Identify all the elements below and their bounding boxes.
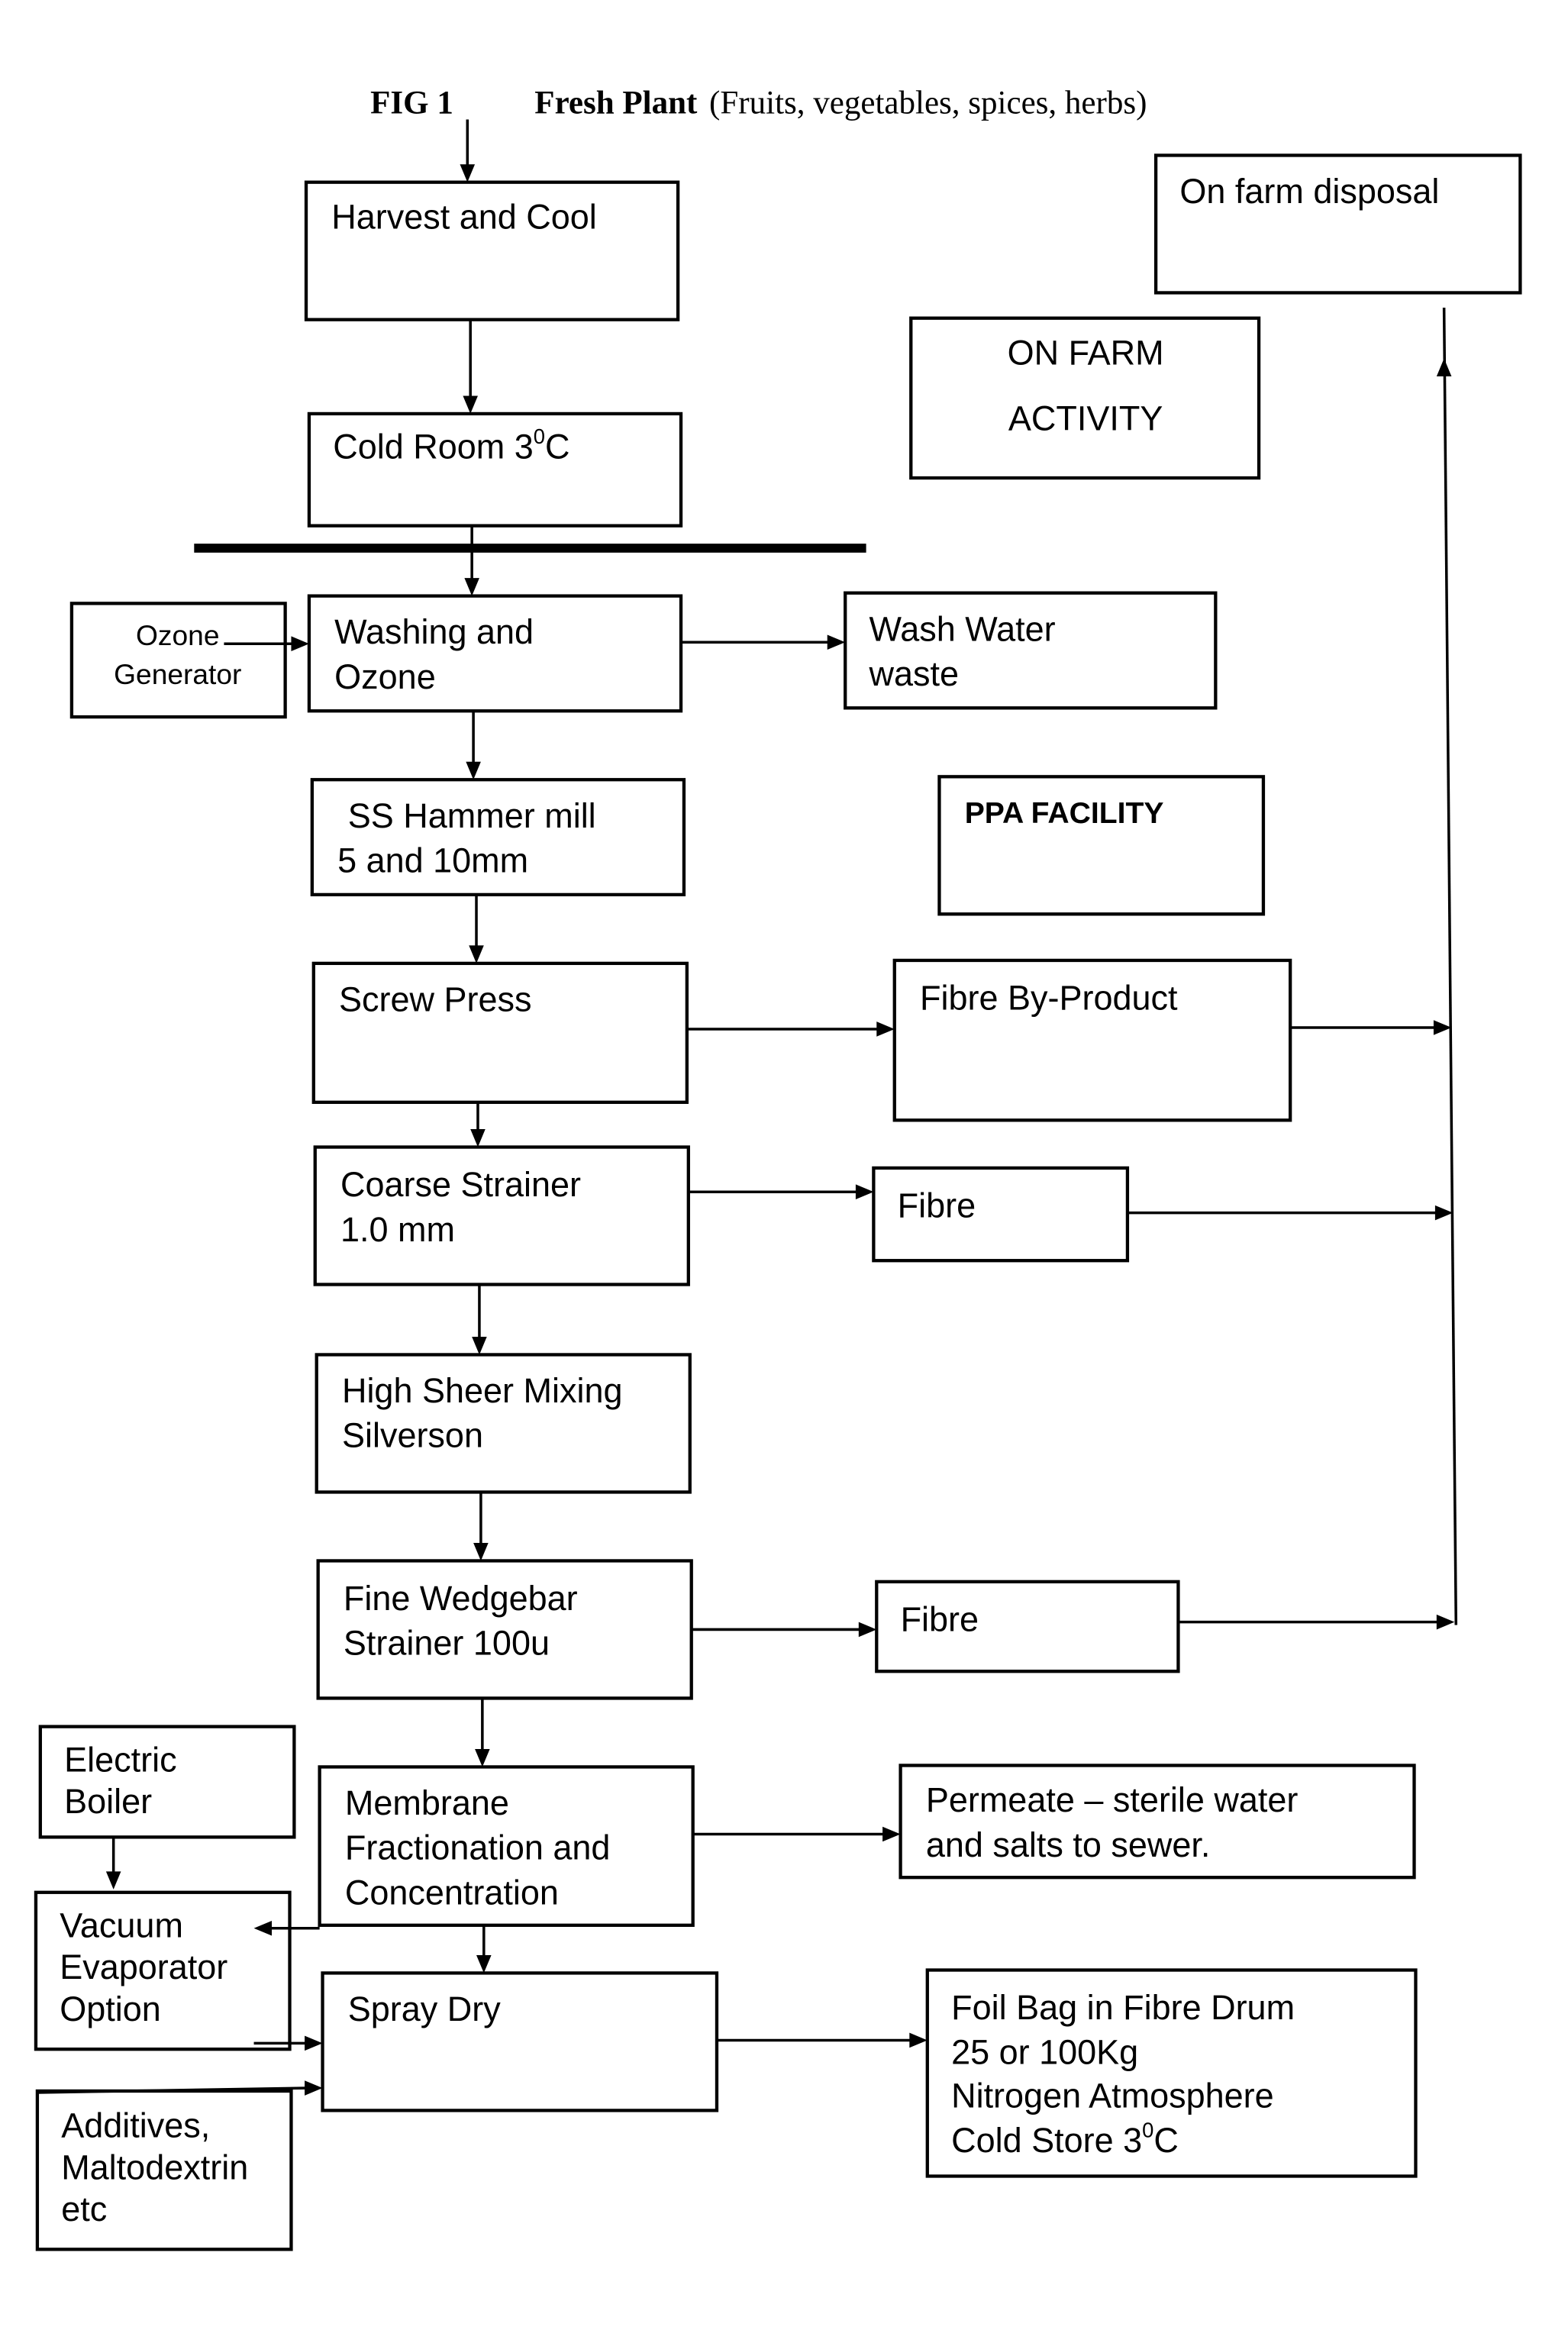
node-label: SS Hammer mill [348,796,596,835]
arrowhead [463,395,478,414]
node-label: Evaporator [60,1948,227,1986]
node-label: Boiler [64,1782,152,1821]
flowchart-canvas: FIG 1 Fresh Plant (Fruits, vegetables, s… [0,0,1568,2330]
node-label: Nitrogen Atmosphere [951,2076,1274,2115]
node-label: and salts to sewer. [926,1825,1211,1864]
node-label: Harvest and Cool [331,197,597,236]
node-label: Vacuum [60,1906,183,1944]
node-label: Option [60,1990,161,2028]
node-label: 25 or 100Kg [951,2033,1138,2072]
node-label: Spray Dry [348,1990,501,2028]
arrowhead [470,1129,486,1147]
node-coarse-strainer: Coarse Strainer 1.0 mm [313,1145,690,1286]
node-label: 1.0 mm [340,1210,455,1249]
node-fibre-by-product: Fibre By-Product [892,958,1292,1122]
arrowhead [464,578,479,596]
arrowhead [1434,1205,1453,1221]
node-label: waste [869,654,960,693]
node-label: Strainer 100u [344,1624,550,1663]
node-label: Ozone [334,657,436,696]
edge-disposal-trunk [1442,308,1458,1625]
node-label: Fibre [898,1186,976,1225]
section-on-farm-activity: ON FARM ACTIVITY [909,316,1261,480]
arrowhead [858,1622,877,1638]
node-fine-wedgebar-strainer: Fine Wedgebar Strainer 100u [316,1559,693,1700]
arrowhead [105,1871,121,1889]
arrowhead [909,2032,928,2048]
node-label: Permeate – sterile water [926,1780,1299,1819]
arrowhead [460,164,476,182]
node-additives: Additives, Maltodextrin etc [35,2089,293,2251]
node-high-sheer-mixing: High Sheer Mixing Silverson [315,1353,692,1494]
arrowhead [827,634,846,650]
node-label: Fibre [901,1599,979,1638]
node-ozone-generator: Ozone Generator [69,602,287,719]
node-label: High Sheer Mixing [342,1371,623,1410]
arrowhead [305,2080,323,2096]
arrowhead [469,945,484,963]
node-harvest-and-cool: Harvest and Cool [304,180,680,321]
node-label: On farm disposal [1179,172,1439,211]
node-label: Additives, [61,2106,210,2145]
node-label: Wash Water [869,609,1056,648]
node-label: Screw Press [339,979,531,1018]
node-spray-dry: Spray Dry [321,1971,719,2112]
node-washing-ozone: Washing and Ozone [307,594,683,713]
figure-title: Fresh Plant (Fruits, vegetables, spices,… [534,86,1147,121]
node-cold-room: Cold Room 30C [307,411,683,528]
node-screw-press: Screw Press [311,961,689,1104]
node-label: Maltodextrin [61,2148,248,2186]
arrowhead [473,1542,489,1561]
node-fibre-fine: Fibre [875,1580,1180,1673]
figure-label: FIG 1 [370,86,453,121]
node-hammer-mill: SS Hammer mill 5 and 10mm [310,778,686,897]
node-label: Foil Bag in Fibre Drum [951,1988,1295,2027]
node-on-farm-disposal: On farm disposal [1153,153,1522,295]
arrowhead [305,2035,323,2051]
node-label: Ozone [136,619,219,651]
arrowhead [476,1954,492,1973]
node-fibre-coarse: Fibre [872,1166,1130,1263]
arrowhead [855,1184,874,1199]
arrowhead [876,1021,895,1037]
arrowhead [475,1748,490,1767]
node-label: etc [61,2190,107,2228]
node-label: Fractionation and [345,1828,611,1867]
node-label: Silverson [342,1416,483,1455]
node-label: Fine Wedgebar [344,1579,578,1618]
node-electric-boiler: Electric Boiler [38,1725,296,1839]
section-ppa-facility: PPA FACILITY [937,775,1266,916]
flowchart-svg: FIG 1 Fresh Plant (Fruits, vegetables, s… [34,86,1522,2251]
node-label: Membrane [345,1783,509,1822]
node-label: Coarse Strainer [340,1165,581,1204]
section-label: ACTIVITY [1008,399,1163,437]
node-vacuum-evaporator: Vacuum Evaporator Option [34,1890,292,2051]
section-label: PPA FACILITY [965,797,1164,830]
node-wash-water-waste: Wash Water waste [844,591,1218,710]
node-label: Electric [64,1740,176,1779]
arrowhead [466,761,481,780]
node-label: Concentration [345,1873,559,1912]
figure-title-rest: (Fruits, vegetables, spices, herbs) [709,86,1147,121]
arrowhead [1436,1614,1455,1630]
arrowhead [472,1336,487,1355]
section-label: ON FARM [1008,333,1164,372]
arrowhead [1433,1020,1452,1035]
arrowhead [882,1826,901,1842]
node-label: Washing and [334,612,534,651]
figure-title-bold: Fresh Plant [534,86,698,121]
arrowhead [1436,358,1452,377]
node-permeate: Permeate – sterile water and salts to se… [899,1764,1416,1880]
node-label: Fibre By-Product [920,979,1178,1018]
node-label: Generator [114,658,241,690]
node-membrane-fractionation: Membrane Fractionation and Concentration [318,1765,695,1927]
node-label: 5 and 10mm [337,841,528,880]
node-foil-bag-drum: Foil Bag in Fibre Drum 25 or 100Kg Nitro… [925,1968,1418,2178]
arrowhead [291,636,309,651]
